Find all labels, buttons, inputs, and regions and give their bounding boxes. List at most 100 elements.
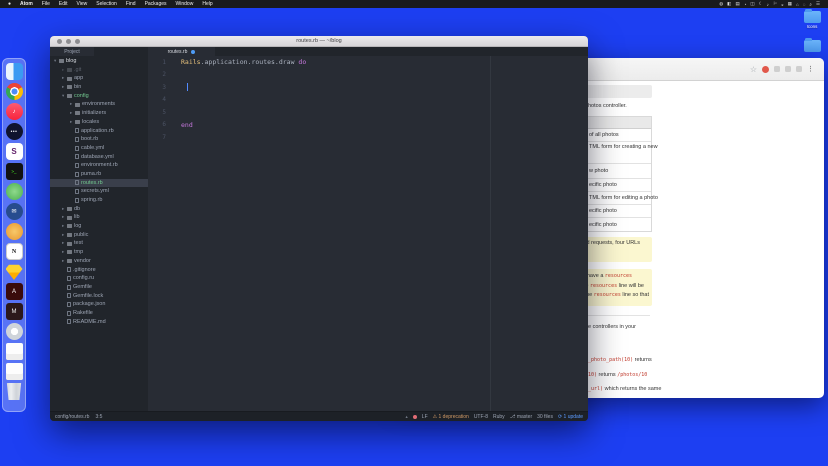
messages-icon[interactable]: ••• (6, 123, 23, 140)
extension-icon[interactable] (785, 66, 791, 72)
tree-item-gitignore[interactable]: .gitignore (50, 266, 148, 275)
tree-item-application-rb[interactable]: application.rb (50, 127, 148, 136)
menu-atom[interactable]: Atom (20, 1, 33, 7)
terminal-icon[interactable]: >_ (6, 163, 23, 180)
error-dot-icon (413, 415, 417, 419)
chrome-icon[interactable] (6, 83, 23, 100)
emoji-app-icon[interactable] (6, 223, 23, 240)
editor-pane[interactable]: 1Rails.application.routes.draw do23456en… (148, 56, 588, 411)
editor-line: 5 (148, 106, 588, 119)
menu-find[interactable]: Find (126, 1, 136, 7)
menu-window[interactable]: Window (176, 1, 194, 7)
menubar-status-icon[interactable]: ▤ (735, 1, 739, 7)
status-ruby: Ruby (493, 414, 505, 420)
menu-edit[interactable]: Edit (59, 1, 68, 7)
tab-project[interactable]: Project (50, 47, 94, 56)
menubar-status-icon[interactable]: ♪ (767, 2, 769, 7)
menu-file[interactable]: File (42, 1, 50, 7)
tree-item-public[interactable]: ▸public (50, 231, 148, 240)
tree-item-readme-md[interactable]: README.md (50, 318, 148, 327)
tree-item-config-ru[interactable]: config.ru (50, 274, 148, 283)
desktop-folder-2[interactable] (799, 40, 825, 53)
menubar-status-icon[interactable]: ◌ (803, 2, 806, 7)
helper-line: _url) which returns the same (588, 386, 661, 392)
tree-item-label: .gitignore (73, 266, 96, 275)
tree-item-database-yml[interactable]: database.yml (50, 153, 148, 162)
menubar-status-icon[interactable]: ☰ (816, 1, 820, 7)
menubar-status-icon[interactable]: ◒ (781, 2, 784, 7)
tree-item-cable-yml[interactable]: cable.yml (50, 144, 148, 153)
menu-bar: ● Atom File Edit View Selection Find Packages W… (0, 0, 828, 8)
tree-item-locales[interactable]: ▸locales (50, 118, 148, 127)
tree-item-boot-rb[interactable]: boot.rb (50, 135, 148, 144)
extension-icon[interactable] (796, 66, 802, 72)
tree-item-lib[interactable]: ▸lib (50, 213, 148, 222)
menu-packages[interactable]: Packages (145, 1, 167, 7)
slack-icon[interactable]: S (6, 143, 23, 160)
extension-icon[interactable] (774, 66, 780, 72)
window-titlebar[interactable]: routes.rb — ~/blog (50, 36, 588, 47)
mail-icon[interactable]: ✉ (6, 203, 23, 220)
text-fragment: line will be (617, 283, 644, 289)
desktop-folder-1[interactable]: Icons (799, 11, 825, 29)
tree-item-git[interactable]: ▸.git (50, 66, 148, 75)
notion-icon[interactable]: N (6, 243, 23, 260)
bookmark-star-icon[interactable]: ☆ (750, 65, 757, 74)
tree-item-test[interactable]: ▸test (50, 239, 148, 248)
tree-item-config[interactable]: ▾config (50, 92, 148, 101)
acrobat-icon[interactable]: A (6, 283, 23, 300)
tree-item-vendor[interactable]: ▸vendor (50, 257, 148, 266)
tree-item-spring-rb[interactable]: spring.rb (50, 196, 148, 205)
markdown-app-icon[interactable]: M (6, 303, 23, 320)
menu-help[interactable]: Help (202, 1, 212, 7)
finder-icon[interactable] (6, 63, 23, 80)
folder-icon (67, 94, 72, 98)
tree-item-puma-rb[interactable]: puma.rb (50, 170, 148, 179)
tree-item-label: config (74, 92, 89, 101)
document-1-icon[interactable] (6, 343, 23, 360)
tree-item-gemfile-lock[interactable]: Gemfile.lock (50, 292, 148, 301)
menubar-status-icon[interactable]: ⌂ (796, 2, 799, 7)
record-extension-icon[interactable] (762, 66, 769, 73)
tree-item-app[interactable]: ▸app (50, 74, 148, 83)
tree-item-db[interactable]: ▸db (50, 205, 148, 214)
menubar-status-icon[interactable]: ⌕ (809, 2, 812, 7)
tree-item-tmp[interactable]: ▸tmp (50, 248, 148, 257)
tree-item-rakefile[interactable]: Rakefile (50, 309, 148, 318)
menubar-status-icon[interactable]: ⚐ (773, 1, 777, 7)
document-2-icon[interactable] (6, 363, 23, 380)
music-icon[interactable]: ♪ (6, 103, 23, 120)
tab-routes-rb[interactable]: routes.rb (148, 47, 215, 56)
line-number: 1 (148, 59, 174, 66)
apple-menu-icon[interactable]: ● (8, 2, 11, 7)
sketch-icon[interactable] (6, 263, 23, 280)
status-1-update[interactable]: ⟳ 1 update (558, 414, 583, 420)
tree-item-log[interactable]: ▸log (50, 222, 148, 231)
tree-item-secrets-yml[interactable]: secrets.yml (50, 187, 148, 196)
tree-item-blog[interactable]: ▾blog (50, 57, 148, 66)
app-green-icon[interactable] (6, 183, 23, 200)
menubar-status-icon[interactable]: ☾ (759, 1, 763, 7)
menubar-status-icon[interactable]: ◫ (750, 1, 754, 7)
menubar-status-icon[interactable]: ▦ (788, 1, 792, 7)
photos-app-icon[interactable] (6, 323, 23, 340)
overflow-menu-icon[interactable]: ⋮ (807, 65, 814, 73)
tree-item-package-json[interactable]: package.json (50, 300, 148, 309)
tree-item-environment-rb[interactable]: environment.rb (50, 161, 148, 170)
tree-item-gemfile[interactable]: Gemfile (50, 283, 148, 292)
status-1-deprecation: ⚠ 1 deprecation (433, 414, 469, 420)
menu-selection[interactable]: Selection (96, 1, 117, 7)
menu-view[interactable]: View (77, 1, 88, 7)
tree-item-routes-rb[interactable]: routes.rb (50, 179, 148, 188)
trash-icon[interactable] (6, 383, 23, 400)
tree-item-label: puma.rb (81, 170, 101, 179)
tree-item-label: environment.rb (81, 161, 118, 170)
text-fragment: which returns the same (603, 386, 661, 392)
menubar-status-icon[interactable]: ◧ (727, 1, 731, 7)
tree-item-label: bin (74, 83, 81, 92)
menubar-status-icon[interactable]: ◍ (719, 1, 723, 7)
tree-item-bin[interactable]: ▸bin (50, 83, 148, 92)
tree-item-environments[interactable]: ▸environments (50, 100, 148, 109)
menubar-status-icon[interactable]: ◔ (744, 2, 747, 7)
tree-item-initializers[interactable]: ▸initializers (50, 109, 148, 118)
